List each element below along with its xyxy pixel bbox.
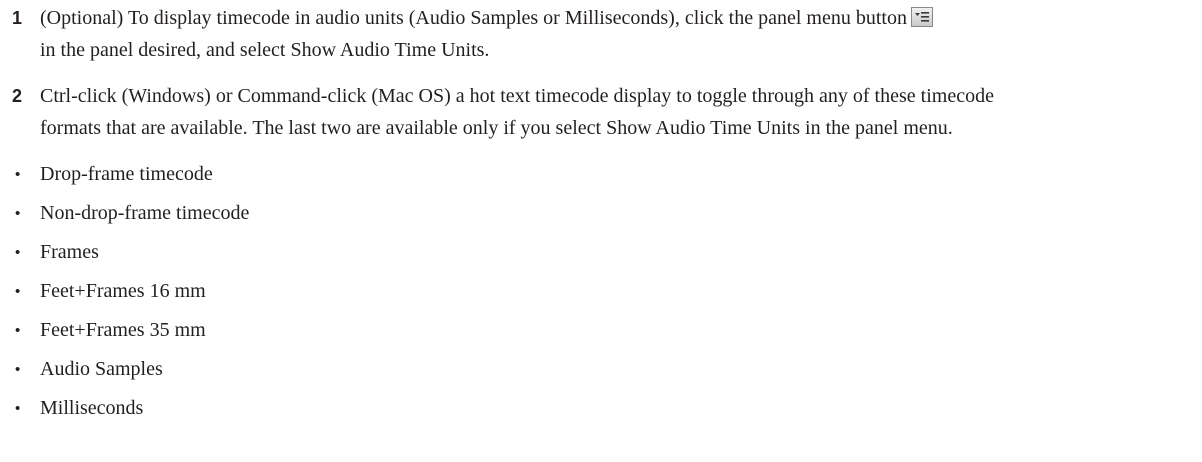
step-line-text: (Optional) To display timecode in audio … (40, 7, 907, 29)
step-text: Ctrl-click (Windows) or Command-click (M… (40, 82, 1198, 146)
list-item-label: Frames (40, 241, 99, 263)
step-line: formats that are available. The last two… (40, 117, 953, 139)
panel-menu-icon (910, 7, 933, 27)
list-item: • Non-drop-frame timecode (0, 199, 1202, 231)
bullet-icon: • (15, 244, 21, 261)
bullet-icon: • (15, 166, 21, 183)
list-item: • Feet+Frames 35 mm (0, 316, 1202, 348)
list-item-label: Feet+Frames 35 mm (40, 319, 206, 341)
list-item: • Audio Samples (0, 355, 1202, 387)
step-line: in the panel desired, and select Show Au… (40, 39, 490, 61)
step-line: Ctrl-click (Windows) or Command-click (M… (40, 85, 994, 107)
list-item-label: Drop-frame timecode (40, 163, 213, 185)
bullet-icon: • (15, 361, 21, 378)
list-item-label: Feet+Frames 16 mm (40, 280, 206, 302)
list-item: • Milliseconds (0, 394, 1202, 426)
step-line: (Optional) To display timecode in audio … (40, 4, 1198, 36)
step-text: (Optional) To display timecode in audio … (40, 4, 1198, 68)
list-item: • Frames (0, 238, 1202, 270)
bullet-icon: • (15, 322, 21, 339)
step-number: 1 (12, 8, 23, 28)
list-item: • Drop-frame timecode (0, 160, 1202, 192)
step-number: 2 (12, 86, 23, 106)
list-item: • Feet+Frames 16 mm (0, 277, 1202, 309)
list-item-label: Non-drop-frame timecode (40, 202, 250, 224)
list-item-label: Milliseconds (40, 397, 144, 419)
bullet-icon: • (15, 400, 21, 417)
bullet-icon: • (15, 205, 21, 222)
document-page: 1 (Optional) To display timecode in audi… (0, 0, 1202, 462)
bullet-icon: • (15, 283, 21, 300)
list-item-label: Audio Samples (40, 358, 163, 380)
